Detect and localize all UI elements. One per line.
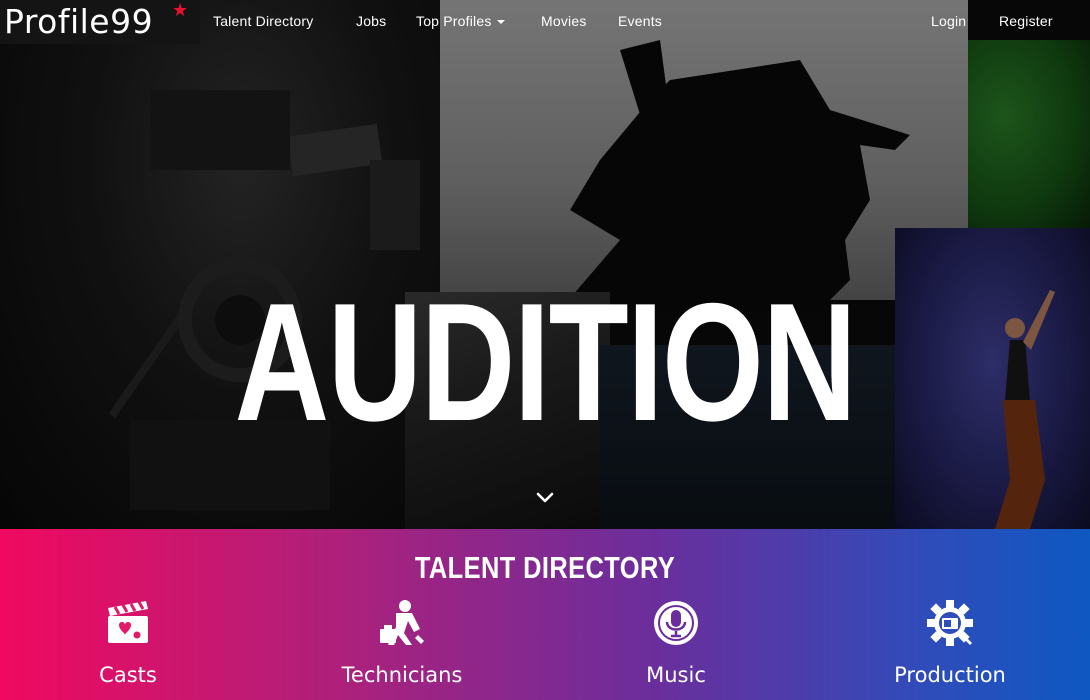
nav-talent-directory[interactable]: Talent Directory	[213, 12, 313, 30]
caret-down-icon	[496, 20, 505, 25]
login-link[interactable]: Login	[931, 12, 966, 30]
category-technicians[interactable]: Technicians	[302, 599, 502, 699]
microphone-icon	[654, 601, 698, 645]
star-icon: ★	[172, 0, 189, 21]
technician-icon	[380, 600, 424, 645]
nav-top-profiles[interactable]: Top Profiles	[416, 12, 505, 30]
category-casts[interactable]: Casts	[28, 599, 228, 699]
register-link[interactable]: Register	[999, 12, 1053, 30]
nav-events[interactable]: Events	[618, 12, 662, 30]
top-navbar: Profile99 ★ Talent Directory Jobs Top Pr…	[0, 0, 1090, 44]
category-music-label: Music	[646, 663, 706, 687]
talent-directory-title: TALENT DIRECTORY	[414, 550, 676, 585]
chevron-down-icon[interactable]	[535, 488, 555, 508]
category-technicians-label: Technicians	[341, 663, 463, 687]
category-production[interactable]: Production	[850, 599, 1050, 699]
nav-top-profiles-label: Top Profiles	[416, 13, 492, 29]
brand-logo[interactable]: Profile99 ★	[0, 0, 200, 44]
brand-name: Profile99	[4, 2, 154, 41]
talent-directory-section: TALENT DIRECTORY Casts Technicians Music…	[0, 529, 1090, 700]
nav-movies[interactable]: Movies	[541, 12, 587, 30]
category-production-label: Production	[894, 663, 1006, 687]
hero-title: AUDITION	[234, 268, 857, 456]
clapperboard-icon	[108, 601, 148, 643]
category-casts-label: Casts	[99, 663, 157, 687]
production-gear-icon	[927, 600, 973, 646]
nav-jobs[interactable]: Jobs	[356, 12, 386, 30]
category-music[interactable]: Music	[576, 599, 776, 699]
hero-banner: AUDITION	[0, 0, 1090, 529]
